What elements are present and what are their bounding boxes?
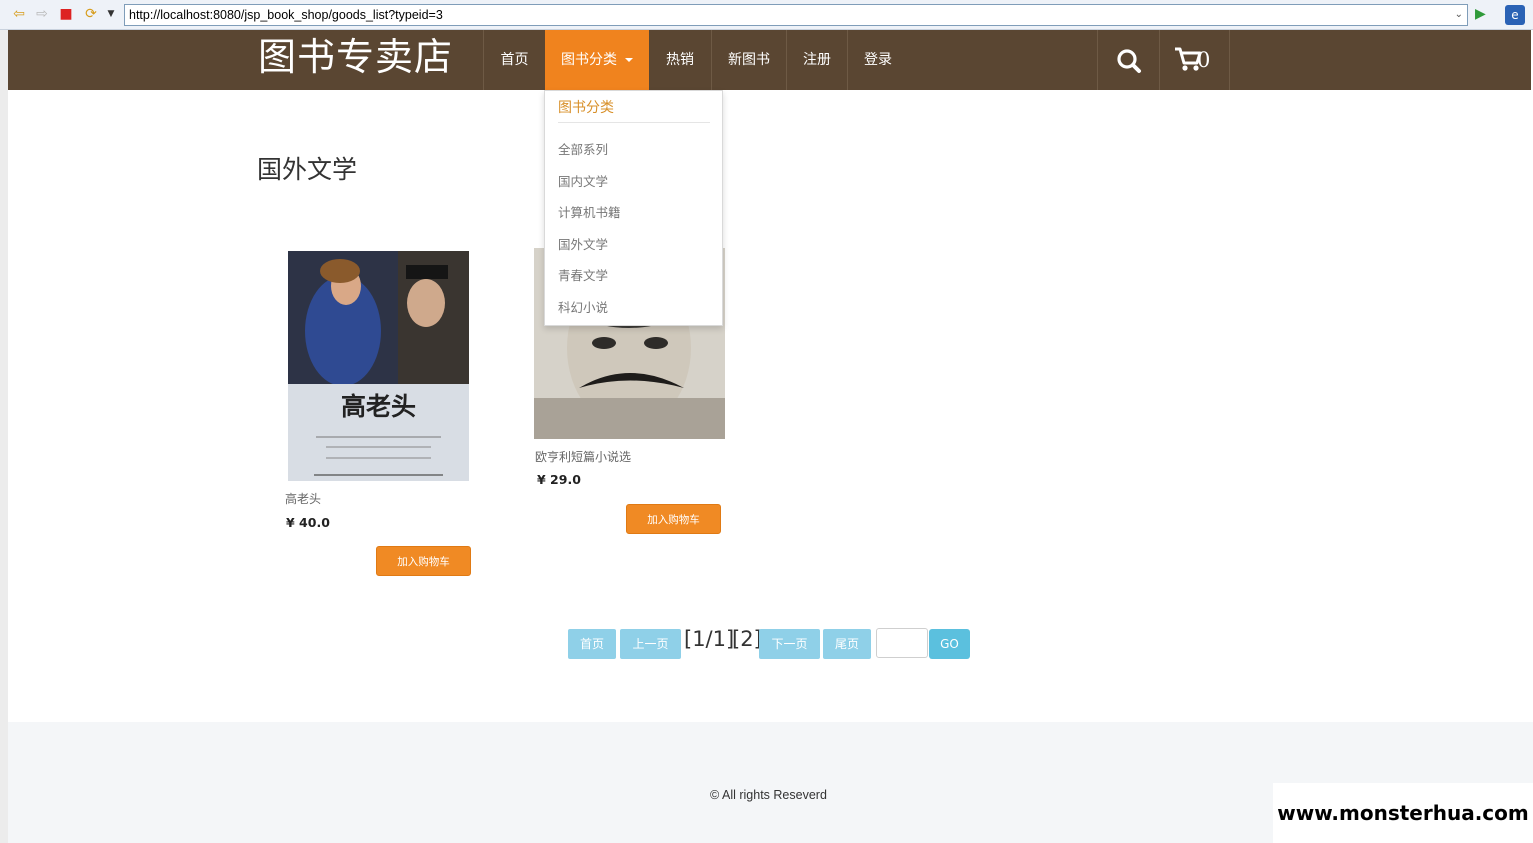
caret-down-icon — [625, 58, 633, 62]
first-page-button[interactable]: 首页 — [568, 629, 616, 659]
address-bar[interactable]: http://localhost:8080/jsp_book_shop/good… — [124, 4, 1468, 26]
prev-page-button[interactable]: 上一页 — [620, 629, 681, 659]
watermark: www.monsterhua.com — [1273, 783, 1533, 843]
dropdown-item-computer[interactable]: 计算机书籍 — [558, 202, 621, 221]
back-icon[interactable]: ⇦ — [10, 5, 28, 23]
cover-illustration — [288, 251, 469, 481]
nav-label: 注册 — [803, 52, 831, 68]
page-info: [1/1] — [684, 627, 735, 651]
nav-new-books[interactable]: 新图书 — [711, 30, 786, 90]
dropdown-item-scifi[interactable]: 科幻小说 — [558, 297, 608, 316]
cart-count: 0 — [1197, 48, 1211, 72]
search-icon — [1117, 49, 1141, 73]
nav-home[interactable]: 首页 — [483, 30, 545, 90]
nav-login[interactable]: 登录 — [847, 30, 908, 90]
browser-logo-icon: e — [1505, 5, 1525, 25]
dropdown-item-foreign[interactable]: 国外文学 — [558, 234, 608, 253]
add-to-cart-button[interactable]: 加入购物车 — [376, 546, 471, 576]
book-title[interactable]: 欧亨利短篇小说选 — [535, 448, 631, 465]
nav-label: 首页 — [500, 52, 529, 68]
nav-label: 热销 — [666, 52, 694, 68]
nav-categories[interactable]: 图书分类 — [545, 30, 649, 90]
add-to-cart-button[interactable]: 加入购物车 — [626, 504, 721, 534]
book-price: ¥ 29.0 — [537, 472, 581, 487]
cart-button[interactable]: 0 — [1159, 30, 1229, 90]
go-arrow-icon[interactable]: ▶ — [1475, 6, 1491, 22]
dropdown-item-all[interactable]: 全部系列 — [558, 139, 608, 158]
category-dropdown: 图书分类 全部系列 国内文学 计算机书籍 国外文学 青春文学 科幻小说 — [544, 90, 723, 326]
page-title: 国外文学 — [257, 155, 358, 184]
copyright-text: © All rights Reseverd — [710, 788, 827, 802]
nav-divider — [1229, 30, 1230, 90]
navbar: 图书专卖店 首页 图书分类 热销 新图书 注册 登录 0 — [8, 30, 1531, 90]
page-number-input[interactable] — [876, 628, 928, 658]
last-page-button[interactable]: 尾页 — [823, 629, 871, 659]
next-page-button[interactable]: 下一页 — [759, 629, 820, 659]
refresh-icon[interactable]: ⟳ — [82, 5, 100, 23]
forward-icon[interactable]: ⇨ — [33, 5, 51, 23]
window-border — [0, 30, 8, 843]
nav-label: 新图书 — [728, 52, 770, 68]
stop-icon[interactable]: ■ — [57, 5, 75, 23]
go-button[interactable]: GO — [929, 629, 970, 659]
address-text: http://localhost:8080/jsp_book_shop/good… — [129, 8, 443, 22]
dropdown-item-domestic[interactable]: 国内文学 — [558, 171, 608, 190]
address-dropdown-icon[interactable]: ⌄ — [1455, 5, 1463, 25]
nav-label: 图书分类 — [561, 52, 617, 68]
cover-title: 高老头 — [340, 392, 416, 421]
dropdown-title: 图书分类 — [558, 100, 614, 116]
search-button[interactable] — [1097, 30, 1159, 90]
nav-label: 登录 — [864, 52, 892, 68]
brand-title[interactable]: 图书专卖店 — [258, 34, 453, 80]
book-cover[interactable]: 高老头 — [288, 251, 469, 481]
nav-hot[interactable]: 热销 — [649, 30, 711, 90]
dropdown-item-youth[interactable]: 青春文学 — [558, 265, 608, 284]
dropdown-divider — [558, 122, 710, 123]
book-title[interactable]: 高老头 — [285, 490, 321, 507]
chevron-down-icon[interactable]: ▼ — [102, 5, 120, 23]
book-price: ¥ 40.0 — [286, 515, 330, 530]
nav-register[interactable]: 注册 — [786, 30, 847, 90]
page-link[interactable]: [2] — [732, 627, 762, 651]
browser-toolbar: ⇦ ⇨ ■ ⟳ ▼ http://localhost:8080/jsp_book… — [0, 0, 1533, 30]
